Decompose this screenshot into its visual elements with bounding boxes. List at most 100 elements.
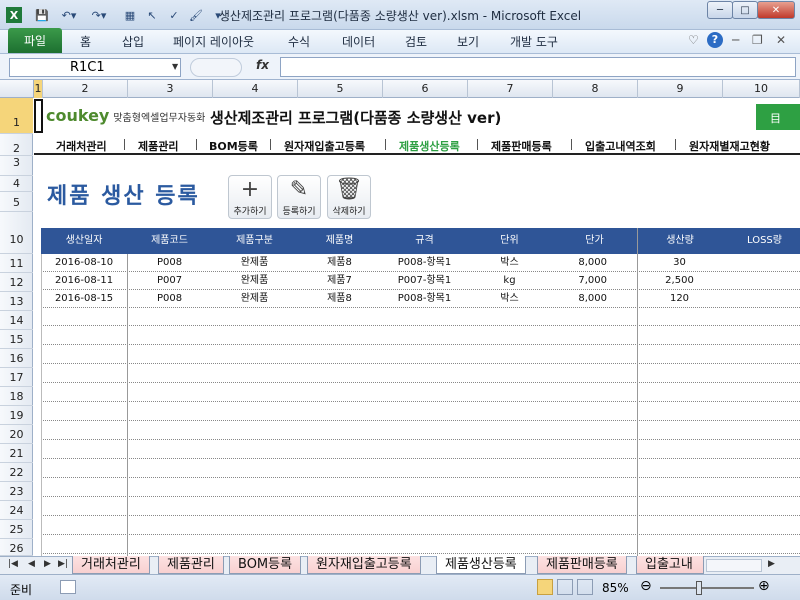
zoom-slider-thumb[interactable] [696,581,702,595]
column-header[interactable]: 1 [34,80,43,98]
tab-insert[interactable]: 삽입 [122,33,144,50]
empty-row[interactable] [41,441,800,459]
row-header[interactable]: 11 [0,254,33,273]
top-right-green-button[interactable]: 目 [756,104,800,130]
nav-item-io-history[interactable]: 입출고내역조회 [585,138,656,154]
tab-view[interactable]: 보기 [457,33,479,50]
row-header[interactable]: 4 [0,176,33,192]
sheet-tab[interactable]: 제품관리 [158,556,224,574]
ribbon-minimize-icon[interactable]: ─ [732,33,739,47]
cell-name[interactable]: 제품8 [297,254,382,272]
close-button[interactable]: ✕ [757,1,795,19]
empty-row[interactable] [41,422,800,440]
prev-sheet-icon[interactable]: ◀ [28,559,35,569]
empty-row[interactable] [41,536,800,554]
page-layout-view-icon[interactable] [557,579,573,595]
cell-name[interactable]: 제품7 [297,272,382,290]
zoom-out-icon[interactable]: ⊖ [640,578,652,594]
row-header[interactable]: 20 [0,425,33,444]
table-row[interactable]: 2016-08-10 P008 완제품 제품8 P008-항목1 박스 8,00… [41,254,800,272]
macro-record-icon[interactable] [60,580,76,594]
insert-function-icon[interactable]: fx [256,58,269,72]
ribbon-collapse-icon[interactable]: ♡ [688,33,699,47]
sheet-tab-active[interactable]: 제품생산등록 [436,556,526,574]
empty-row[interactable] [41,479,800,497]
horizontal-scrollbar[interactable] [706,559,762,572]
minimize-button[interactable]: ─ [707,1,733,19]
empty-row[interactable] [41,498,800,516]
cell-name[interactable]: 제품8 [297,290,382,308]
ribbon-restore-icon[interactable]: ❐ [752,33,763,47]
help-icon[interactable]: ? [707,32,723,48]
name-box[interactable]: R1C1 [9,58,181,77]
add-button[interactable]: + 추가하기 [228,175,272,219]
register-button[interactable]: ✎ 등록하기 [277,175,321,219]
empty-row[interactable] [41,327,800,345]
scroll-right-icon[interactable]: ▶ [768,559,775,569]
row-header[interactable]: 15 [0,330,33,349]
formula-input[interactable] [280,57,796,77]
cell-spec[interactable]: P008-항목1 [382,290,467,308]
cell-quantity[interactable]: 2,500 [637,272,722,290]
nav-item-material-io[interactable]: 원자재입출고등록 [284,138,365,154]
nav-item-products[interactable]: 제품관리 [138,138,178,154]
select-all-corner[interactable] [0,80,34,98]
tab-home[interactable]: 홈 [80,33,91,50]
next-sheet-icon[interactable]: ▶ [44,559,51,569]
row-header[interactable]: 14 [0,311,33,330]
empty-row[interactable] [41,365,800,383]
row-header[interactable]: 10 [0,212,33,254]
column-header[interactable]: 9 [638,80,723,98]
empty-row[interactable] [41,346,800,364]
file-tab[interactable]: 파일 [8,28,62,53]
nav-item-material-stock[interactable]: 원자재별재고현황 [689,138,770,154]
nav-item-clients[interactable]: 거래처관리 [56,138,107,154]
name-box-dropdown-icon[interactable]: ▼ [172,62,178,71]
sheet-tab[interactable]: 거래처관리 [72,556,150,574]
normal-view-icon[interactable] [537,579,553,595]
sheet-tab[interactable]: 입출고내 [636,556,704,574]
row-header[interactable]: 5 [0,192,33,212]
nav-item-production[interactable]: 제품생산등록 [399,138,460,154]
row-header[interactable]: 16 [0,349,33,368]
tab-data[interactable]: 데이터 [342,33,375,50]
row-header[interactable]: 26 [0,539,33,556]
tab-developer[interactable]: 개발 도구 [510,33,558,50]
column-header[interactable]: 3 [128,80,213,98]
tab-review[interactable]: 검토 [405,33,427,50]
cell-spec[interactable]: P008-항목1 [382,254,467,272]
cell-date[interactable]: 2016-08-10 [41,254,127,272]
row-header[interactable]: 22 [0,463,33,482]
cell-date[interactable]: 2016-08-11 [41,272,127,290]
row-header[interactable]: 19 [0,406,33,425]
row-header[interactable]: 25 [0,520,33,539]
delete-button[interactable]: 🗑 삭제하기 [327,175,371,219]
empty-row[interactable] [41,308,800,326]
zoom-slider[interactable] [660,587,754,589]
row-header[interactable]: 23 [0,482,33,501]
maximize-button[interactable]: □ [732,1,758,19]
cell-type[interactable]: 완제품 [212,290,297,308]
cell-price[interactable]: 7,000 [552,272,637,290]
row-header[interactable]: 1 [0,98,33,134]
cell-spec[interactable]: P007-항목1 [382,272,467,290]
row-header[interactable]: 13 [0,292,33,311]
ribbon-close-icon[interactable]: ✕ [776,33,786,47]
first-sheet-icon[interactable]: |◀ [8,559,18,569]
cell-price[interactable]: 8,000 [552,290,637,308]
empty-row[interactable] [41,517,800,535]
sheet-tab[interactable]: 제품판매등록 [537,556,627,574]
empty-row[interactable] [41,460,800,478]
column-header[interactable]: 7 [468,80,553,98]
formula-expand-handle[interactable] [190,58,242,77]
cell-price[interactable]: 8,000 [552,254,637,272]
column-header[interactable]: 6 [383,80,468,98]
cell-unit[interactable]: 박스 [467,290,552,308]
zoom-level[interactable]: 85% [602,581,629,595]
page-break-view-icon[interactable] [577,579,593,595]
cell-code[interactable]: P008 [127,290,212,308]
column-header[interactable]: 5 [298,80,383,98]
cell-quantity[interactable]: 120 [637,290,722,308]
cell-code[interactable]: P007 [127,272,212,290]
column-header[interactable]: 8 [553,80,638,98]
